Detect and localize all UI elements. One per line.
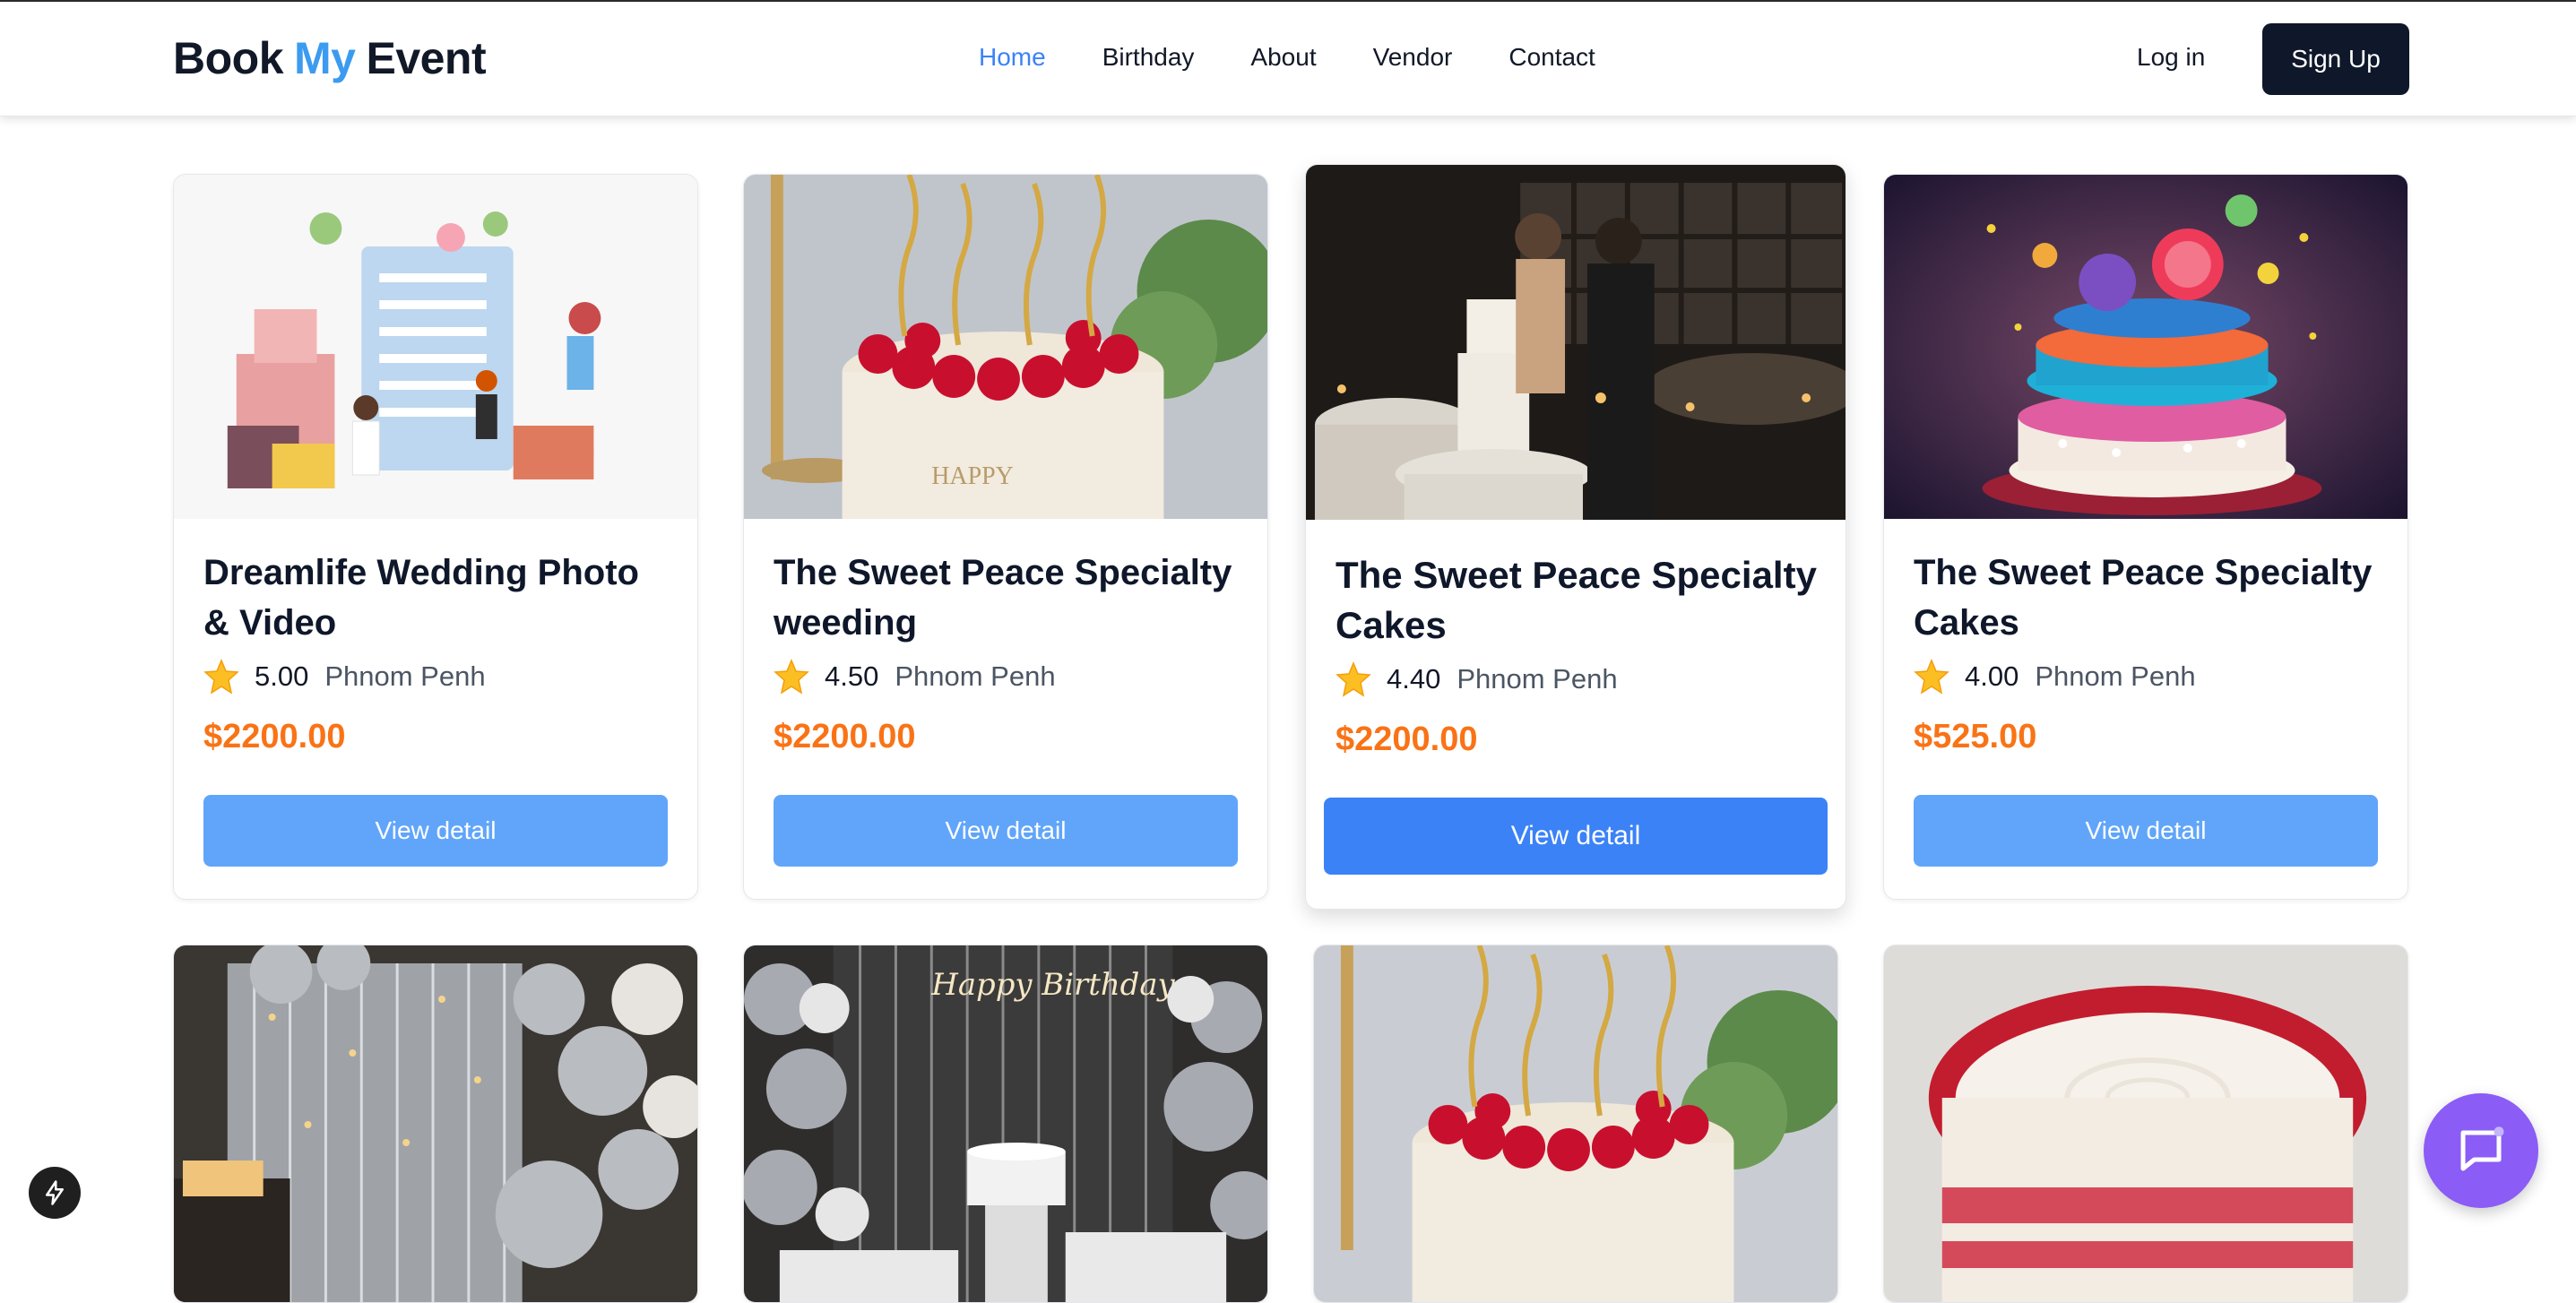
card-location: Phnom Penh xyxy=(2035,660,2196,692)
card-rating: 4.00 xyxy=(1965,660,2019,692)
card-rating: 4.40 xyxy=(1387,663,1441,695)
card-title[interactable]: The Sweet Peace Specialty weeding xyxy=(774,548,1238,648)
card-image-red-velvet-cake[interactable] xyxy=(1884,945,2407,1302)
nav-home[interactable]: Home xyxy=(979,43,1046,72)
card-image-raspberry-cake[interactable] xyxy=(1314,945,1837,1302)
card-price: $2200.00 xyxy=(1336,721,1478,758)
svg-text:Happy Birthday: Happy Birthday xyxy=(930,967,1175,1003)
star-icon xyxy=(1336,661,1371,697)
card-price: $2200.00 xyxy=(774,718,916,755)
star-icon xyxy=(203,659,239,695)
signup-button[interactable]: Sign Up xyxy=(2262,23,2409,95)
main-nav: Home Birthday About Vendor Contact xyxy=(979,43,1595,72)
view-detail-button[interactable]: View detail xyxy=(774,795,1238,867)
brand-part-event: Event xyxy=(366,33,487,83)
star-icon xyxy=(774,659,809,695)
chat-bubble-icon xyxy=(2460,1126,2504,1171)
card-image-raspberry-cake[interactable]: HAPPY xyxy=(744,175,1267,519)
svg-text:HAPPY: HAPPY xyxy=(931,462,1013,490)
event-card[interactable] xyxy=(1313,945,1838,1303)
star-icon xyxy=(1914,659,1949,695)
card-rating: 5.00 xyxy=(255,660,309,692)
event-card[interactable]: Happy Birthday xyxy=(743,945,1268,1303)
brand-part-my: My xyxy=(294,33,356,83)
card-location: Phnom Penh xyxy=(324,660,486,692)
site-header: Book My Event Home Birthday About Vendor… xyxy=(0,2,2576,116)
nav-birthday[interactable]: Birthday xyxy=(1102,43,1195,72)
chat-button[interactable] xyxy=(2424,1093,2538,1208)
event-card[interactable]: Dreamlife Wedding Photo & Video 5.00 Phn… xyxy=(173,174,698,900)
event-card[interactable] xyxy=(1883,945,2408,1303)
card-image-birthday-backdrop[interactable]: Happy Birthday xyxy=(744,945,1267,1302)
nav-vendor[interactable]: Vendor xyxy=(1373,43,1453,72)
view-detail-button[interactable]: View detail xyxy=(1914,795,2378,867)
card-title[interactable]: The Sweet Peace Specialty Cakes xyxy=(1336,550,1828,651)
event-card[interactable]: The Sweet Peace Specialty Cakes 4.40 Phn… xyxy=(1305,164,1846,910)
card-location: Phnom Penh xyxy=(1457,663,1618,695)
card-price: $2200.00 xyxy=(203,718,346,755)
brand-logo[interactable]: Book My Event xyxy=(173,32,487,84)
card-title[interactable]: Dreamlife Wedding Photo & Video xyxy=(203,548,668,648)
event-card[interactable] xyxy=(173,945,698,1303)
card-price: $525.00 xyxy=(1914,718,2037,755)
card-title[interactable]: The Sweet Peace Specialty Cakes xyxy=(1914,548,2378,648)
card-image-silver-balloons[interactable] xyxy=(174,945,697,1302)
card-image-candy-cake[interactable] xyxy=(1884,175,2407,519)
card-rating: 4.50 xyxy=(825,660,879,692)
event-card[interactable]: The Sweet Peace Specialty Cakes 4.00 Phn… xyxy=(1883,174,2408,900)
view-detail-button[interactable]: View detail xyxy=(203,795,668,867)
lightning-icon xyxy=(46,1180,64,1205)
login-link[interactable]: Log in xyxy=(2137,43,2205,72)
nav-about[interactable]: About xyxy=(1250,43,1316,72)
card-image-wedding-couple[interactable] xyxy=(1306,165,1846,520)
quick-action-button[interactable] xyxy=(29,1167,81,1219)
card-image-event-planning[interactable] xyxy=(174,175,697,519)
view-detail-button[interactable]: View detail xyxy=(1324,798,1828,875)
card-location: Phnom Penh xyxy=(895,660,1056,692)
nav-contact[interactable]: Contact xyxy=(1508,43,1595,72)
event-card[interactable]: HAPPY The Sweet Peace Specialty weeding … xyxy=(743,174,1268,900)
brand-part-book: Book xyxy=(173,33,284,83)
